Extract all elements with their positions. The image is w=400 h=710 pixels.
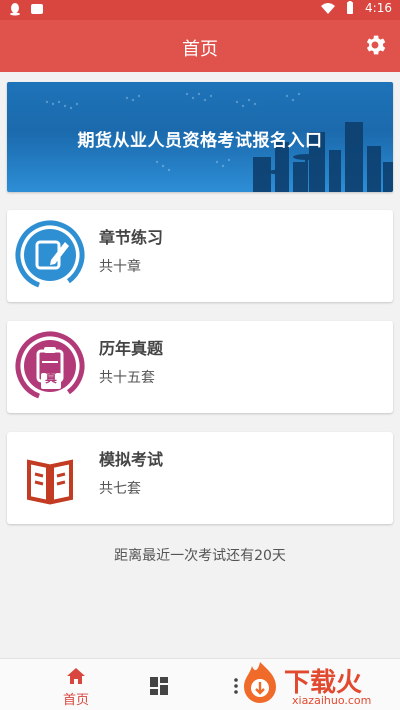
nav-home[interactable]: 首页 (46, 667, 106, 708)
card-title: 历年真题 (99, 339, 164, 358)
clipboard-icon (15, 331, 85, 401)
edit-document-icon (15, 220, 85, 290)
app-bar: 首页 (0, 20, 400, 72)
dashboard-icon[interactable] (150, 677, 168, 695)
watermark: 下载火 xiazaihuo.com (238, 660, 400, 710)
card-subtitle: 共十五套 (99, 370, 155, 386)
mock-exam-card[interactable]: 模拟考试 共七套 (7, 432, 393, 524)
status-bar: 4:16 (0, 0, 400, 20)
open-book-icon (27, 459, 73, 505)
gear-icon[interactable] (362, 32, 388, 58)
card-subtitle: 共十章 (99, 259, 141, 275)
past-exams-card[interactable]: 真 历年真题 共十五套 (7, 321, 393, 413)
notification-icon (31, 4, 43, 14)
page-title: 首页 (182, 39, 218, 60)
real-exam-badge: 真 (45, 371, 58, 385)
flame-logo-icon (244, 662, 276, 703)
banner-text: 期货从业人员资格考试报名入口 (77, 131, 323, 151)
card-title: 章节练习 (99, 228, 164, 247)
card-title: 模拟考试 (99, 450, 164, 469)
battery-icon (347, 1, 354, 14)
watermark-url: xiazaihuo.com (292, 694, 372, 707)
home-icon (67, 668, 85, 684)
nav-home-label: 首页 (62, 693, 89, 708)
chapter-practice-card[interactable]: 章节练习 共十章 (7, 210, 393, 302)
qq-icon (10, 3, 20, 16)
registration-banner[interactable]: 期货从业人员资格考试报名入口 (7, 82, 393, 192)
wifi-icon (321, 3, 336, 14)
status-time: 4:16 (365, 1, 392, 15)
exam-countdown-text: 距离最近一次考试还有20天 (114, 548, 286, 564)
card-subtitle: 共七套 (99, 481, 141, 497)
